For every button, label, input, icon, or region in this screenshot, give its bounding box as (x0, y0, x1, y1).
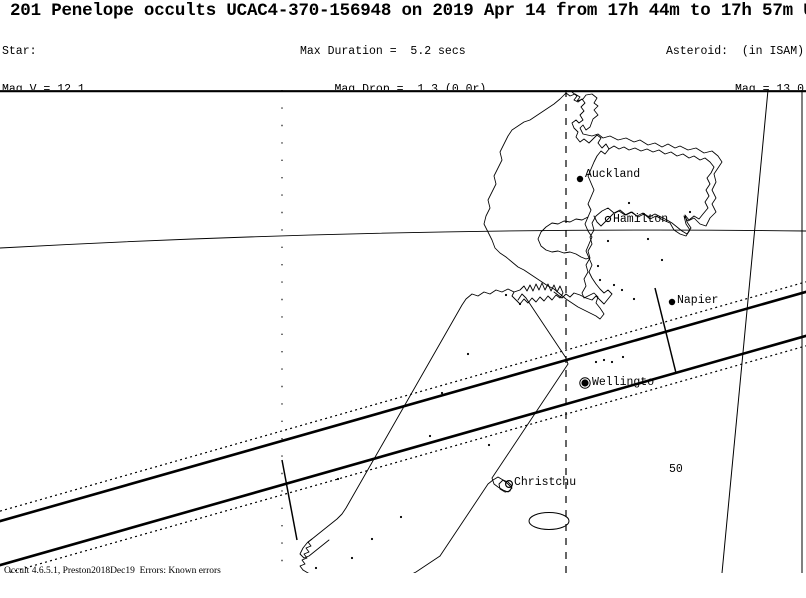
path-time-label-50: 50 (669, 463, 683, 476)
lake-ellipse (528, 512, 570, 530)
map-border (0, 90, 806, 573)
page-title: 201 Penelope occults UCAC4-370-156948 on… (10, 1, 806, 21)
prediction-header: 201 Penelope occults UCAC4-370-156948 on… (0, 0, 806, 247)
map-canvas (0, 90, 806, 573)
occultation-path-map[interactable]: Auckland Hamilton Napier Wellingto Chris… (0, 90, 806, 573)
asteroid-heading: Asteroid: (in ISAM) (665, 45, 804, 59)
max-duration: Max Duration = 5.2 secs (300, 45, 466, 59)
graticule-meridians (281, 90, 769, 573)
coastline-detail (537, 91, 715, 305)
path-northern-error-limit (0, 281, 806, 512)
software-credit-footer: Occult 4.6.5.1, Preston2018Dec19 Errors:… (4, 566, 221, 576)
path-northern-limit (0, 290, 806, 523)
occultation-path (0, 281, 806, 573)
city-label-napier: Napier (677, 294, 719, 307)
meridian-right-slanted (721, 90, 769, 573)
city-label-auckland: Auckland (585, 168, 641, 181)
star-heading: Star: (2, 45, 37, 59)
occultation-prediction-page: 201 Penelope occults UCAC4-370-156948 on… (0, 0, 806, 598)
city-label-wellington: Wellingto (592, 376, 655, 389)
coastline-south-island (299, 282, 569, 573)
city-label-christchurch: Christchu (514, 476, 577, 489)
path-southern-error-limit (5, 345, 806, 573)
city-label-hamilton: Hamilton (613, 213, 669, 226)
path-southern-limit (0, 334, 806, 567)
time-tick-unlabelled (281, 459, 298, 541)
coastline-north-island (483, 92, 723, 320)
